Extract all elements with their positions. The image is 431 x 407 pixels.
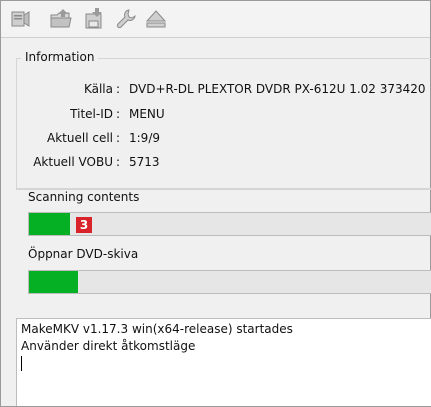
- settings-button[interactable]: [113, 6, 139, 32]
- text-caret: [21, 356, 22, 371]
- eject-button[interactable]: [143, 6, 169, 32]
- info-value: 1:9/9: [129, 131, 160, 145]
- save-icon: [82, 8, 106, 30]
- info-separator: :: [116, 155, 121, 169]
- app-window: Information Källa : DVD+R-DL PLEXTOR DVD…: [0, 0, 431, 407]
- info-value: 5713: [129, 155, 160, 169]
- scan-progress-fill: [29, 213, 70, 235]
- info-label: Aktuell cell: [47, 131, 113, 145]
- info-value: DVD+R-DL PLEXTOR DVDR PX-612U 1.02 37342…: [129, 82, 426, 96]
- open-progress-fill: [29, 271, 78, 293]
- info-label: Källa: [83, 82, 113, 96]
- open-progress-bar: [28, 270, 431, 294]
- wrench-icon: [115, 8, 137, 30]
- scan-status-label: Scanning contents: [28, 190, 140, 204]
- content-area: Information Källa : DVD+R-DL PLEXTOR DVD…: [1, 38, 431, 312]
- info-separator: :: [116, 107, 121, 121]
- log-line: MakeMKV v1.17.3 win(x64-release) startad…: [21, 322, 293, 336]
- info-label: Titel-ID: [70, 107, 113, 121]
- open-disc-icon: [49, 8, 73, 30]
- step-badge: 3: [76, 217, 92, 233]
- info-label: Aktuell VOBU: [33, 155, 113, 169]
- info-row-title-id: Titel-ID : MENU: [1, 107, 431, 125]
- toolbar: [1, 1, 430, 38]
- open-files-icon: [9, 9, 31, 29]
- info-separator: :: [116, 82, 121, 96]
- log-caret-line: [21, 355, 428, 372]
- open-status-label: Öppnar DVD-skiva: [28, 247, 139, 261]
- information-title: Information: [21, 50, 99, 64]
- scan-progress-bar: 3: [28, 212, 431, 236]
- save-button[interactable]: [81, 6, 107, 32]
- info-value: MENU: [129, 107, 165, 121]
- log-line: Använder direkt åtkomstläge: [21, 339, 196, 353]
- divider: [16, 188, 431, 189]
- eject-icon: [144, 8, 168, 30]
- info-separator: :: [116, 131, 121, 145]
- info-row-current-vobu: Aktuell VOBU : 5713: [1, 155, 431, 173]
- open-files-button[interactable]: [7, 6, 33, 32]
- info-row-source: Källa : DVD+R-DL PLEXTOR DVDR PX-612U 1.…: [1, 82, 431, 100]
- info-row-current-cell: Aktuell cell : 1:9/9: [1, 131, 431, 149]
- open-disc-button[interactable]: [48, 6, 74, 32]
- log-output[interactable]: MakeMKV v1.17.3 win(x64-release) startad…: [16, 318, 431, 406]
